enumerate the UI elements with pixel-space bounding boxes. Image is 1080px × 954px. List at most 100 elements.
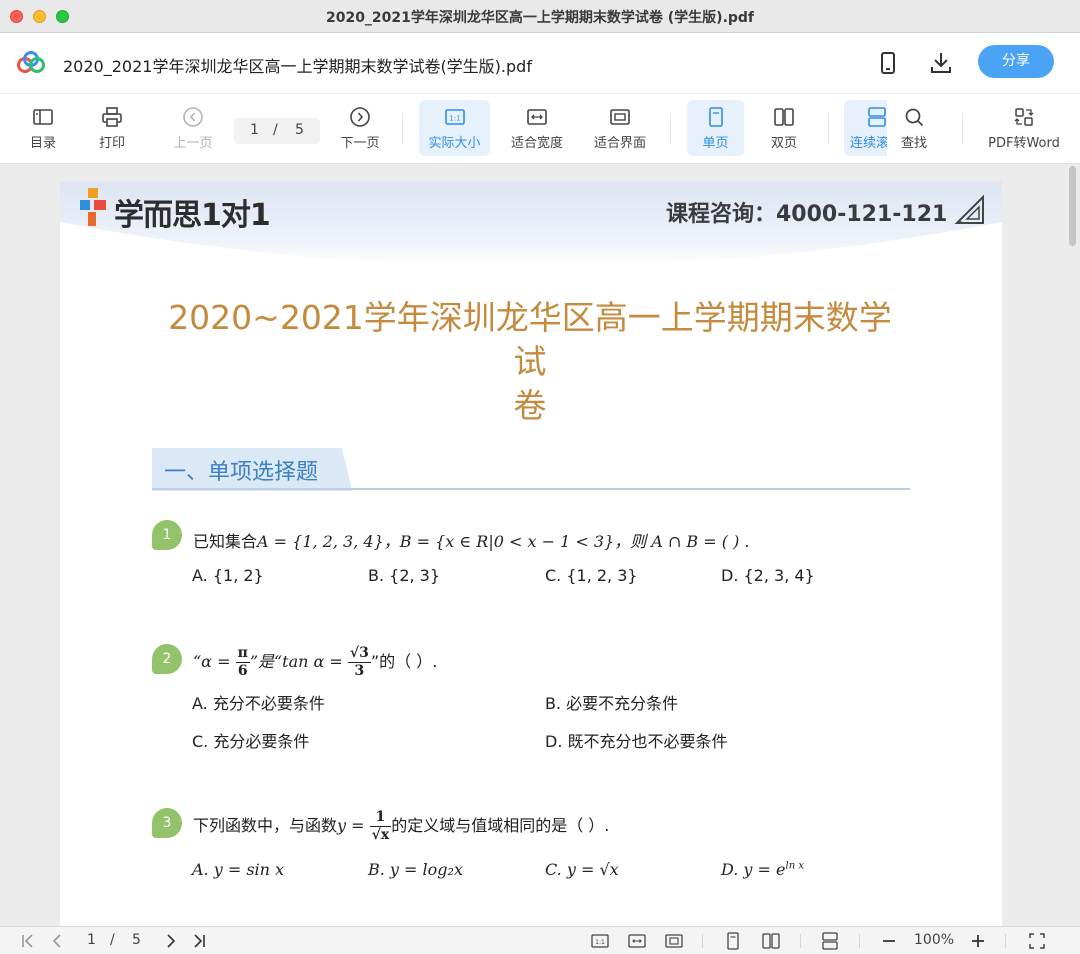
continuous-scroll-label: 连续滚 (850, 136, 887, 151)
share-button[interactable]: 分享 (978, 45, 1054, 78)
zoom-level[interactable]: 100% (914, 932, 954, 948)
question-1-option-d: D. {2, 3, 4} (721, 566, 815, 585)
pdf-page: 学而思1对1 课程咨询：4000-121-121 2020~2021学年深圳龙华… (60, 182, 1002, 926)
chevron-right-icon[interactable] (162, 932, 180, 950)
toolbar-divider (670, 114, 671, 144)
question-1-option-c: C. {1, 2, 3} (545, 566, 638, 585)
status-divider (859, 934, 860, 948)
consult-hotline: 课程咨询：4000-121-121 (666, 202, 948, 227)
status-page-separator: / (110, 932, 115, 948)
section-heading: 一、单项选择题 (164, 460, 319, 485)
question-2-stem-a: “α = (193, 652, 236, 671)
first-page-icon[interactable] (19, 932, 37, 950)
question-2-stem: “α = π 6 ”是“tan α = √3 3 ”的（ ）. (193, 642, 437, 682)
single-page-label: 单页 (702, 136, 729, 151)
page-separator: / (273, 122, 278, 138)
page-number-input[interactable]: 1 / 5 (234, 118, 320, 144)
fit-window-icon[interactable] (665, 932, 683, 950)
two-page-icon[interactable] (762, 932, 780, 950)
prev-page-label: 上一页 (173, 136, 213, 151)
close-window-button[interactable] (10, 10, 23, 23)
question-3-option-b: B. y = log₂x (368, 860, 463, 879)
option-d-exponent: ln x (785, 860, 804, 872)
actual-size-icon: 1:1 (444, 109, 465, 125)
phone-icon[interactable] (875, 50, 901, 76)
question-1-prefix: 已知集合 (193, 532, 258, 551)
search-button[interactable]: 查找 (893, 100, 935, 156)
status-divider (1005, 934, 1006, 948)
single-page-button[interactable]: 单页 (687, 100, 744, 156)
actual-size-label: 实际大小 (428, 136, 481, 151)
minimize-window-button[interactable] (33, 10, 46, 23)
chevron-left-icon[interactable] (48, 932, 66, 950)
question-3-math: y = (337, 816, 370, 835)
exam-title-line1: 2020~2021学年深圳龙华区高一上学期期末数学试 (168, 298, 892, 381)
status-total-pages: 5 (132, 932, 141, 948)
single-page-icon[interactable] (724, 932, 742, 950)
question-1-option-a: A. {1, 2} (192, 566, 264, 585)
question-3-stem-b: 的定义域与值域相同的是（ ）. (391, 816, 610, 835)
actual-size-button[interactable]: 1:1 实际大小 (419, 100, 490, 156)
zoom-in-icon[interactable] (969, 932, 987, 950)
fit-window-icon (610, 109, 630, 125)
question-1-option-b: B. {2, 3} (368, 566, 441, 585)
fraction-denominator: √x (371, 827, 390, 843)
continuous-scroll-icon[interactable] (821, 932, 839, 950)
print-button[interactable]: 打印 (90, 100, 134, 156)
section-underline (152, 488, 910, 490)
question-3-option-a: A. y = sin x (192, 860, 285, 879)
scrollbar-thumb[interactable] (1069, 166, 1076, 246)
vertical-scrollbar[interactable] (1066, 164, 1078, 926)
two-page-icon (774, 108, 794, 126)
status-divider (800, 934, 801, 948)
fit-window-button[interactable]: 适合界面 (589, 100, 651, 156)
two-page-button[interactable]: 双页 (757, 100, 811, 156)
convert-icon (1014, 108, 1034, 126)
status-bar: 1 / 5 1:1 100% (0, 926, 1080, 954)
question-1-math: A = {1, 2, 3, 4}，B = {x ∈ R|0 < x − 1 < … (257, 532, 750, 551)
pdf-toolbar: 目录 打印 上一页 1 / 5 下一页 1:1 实际大小 适合宽度 适合界面 单… (0, 94, 1080, 164)
fullscreen-icon[interactable] (1028, 932, 1046, 950)
next-page-button[interactable]: 下一页 (336, 100, 384, 156)
fraction-denominator: 6 (237, 663, 248, 679)
toc-button[interactable]: 目录 (20, 100, 66, 156)
app-header: 2020_2021学年深圳龙华区高一上学期期末数学试卷(学生版).pdf 分享 (0, 33, 1080, 94)
sidebar-icon (33, 109, 53, 125)
single-page-icon (708, 107, 723, 127)
maximize-window-button[interactable] (56, 10, 69, 23)
document-viewport[interactable]: 学而思1对1 课程咨询：4000-121-121 2020~2021学年深圳龙华… (0, 164, 1080, 926)
fraction-numerator: 1 (369, 809, 392, 827)
fit-window-label: 适合界面 (593, 136, 646, 151)
continuous-scroll-button[interactable]: 连续滚 (844, 100, 887, 156)
question-3-option-d: D. y = eln x (721, 860, 804, 879)
printer-icon (102, 107, 122, 127)
svg-text:1:1: 1:1 (595, 939, 605, 946)
status-current-page[interactable]: 1 (87, 932, 96, 948)
download-icon[interactable] (928, 50, 954, 76)
question-2-option-c: C. 充分必要条件 (192, 732, 310, 751)
question-1-stem: 已知集合A = {1, 2, 3, 4}，B = {x ∈ R|0 < x − … (193, 528, 750, 552)
question-3-fraction: 1 √x (369, 809, 392, 844)
actual-size-icon[interactable]: 1:1 (591, 932, 609, 950)
current-page-value: 1 (250, 122, 259, 138)
fit-width-icon[interactable] (628, 932, 646, 950)
toolbar-divider (962, 114, 963, 144)
fit-width-button[interactable]: 适合宽度 (506, 100, 568, 156)
xueersi-logo-icon (80, 188, 106, 226)
question-2-fraction-sqrt3-3: √3 3 (347, 645, 371, 680)
toc-label: 目录 (29, 136, 56, 151)
fraction-numerator: π (235, 645, 250, 663)
prev-page-button[interactable]: 上一页 (168, 100, 218, 156)
last-page-icon[interactable] (190, 932, 208, 950)
question-number-badge: 1 (152, 520, 182, 550)
toolbar-divider (402, 114, 403, 144)
exam-title: 2020~2021学年深圳龙华区高一上学期期末数学试 卷 (160, 296, 900, 428)
search-label: 查找 (900, 136, 927, 151)
document-name: 2020_2021学年深圳龙华区高一上学期期末数学试卷(学生版).pdf (63, 57, 532, 76)
question-2-option-d: D. 既不充分也不必要条件 (545, 732, 728, 751)
question-2-option-a: A. 充分不必要条件 (192, 694, 325, 713)
search-icon (905, 108, 924, 127)
pdf-to-word-button[interactable]: PDF转Word (982, 100, 1066, 156)
zoom-out-icon[interactable] (880, 932, 898, 950)
question-2-option-b: B. 必要不充分条件 (545, 694, 679, 713)
